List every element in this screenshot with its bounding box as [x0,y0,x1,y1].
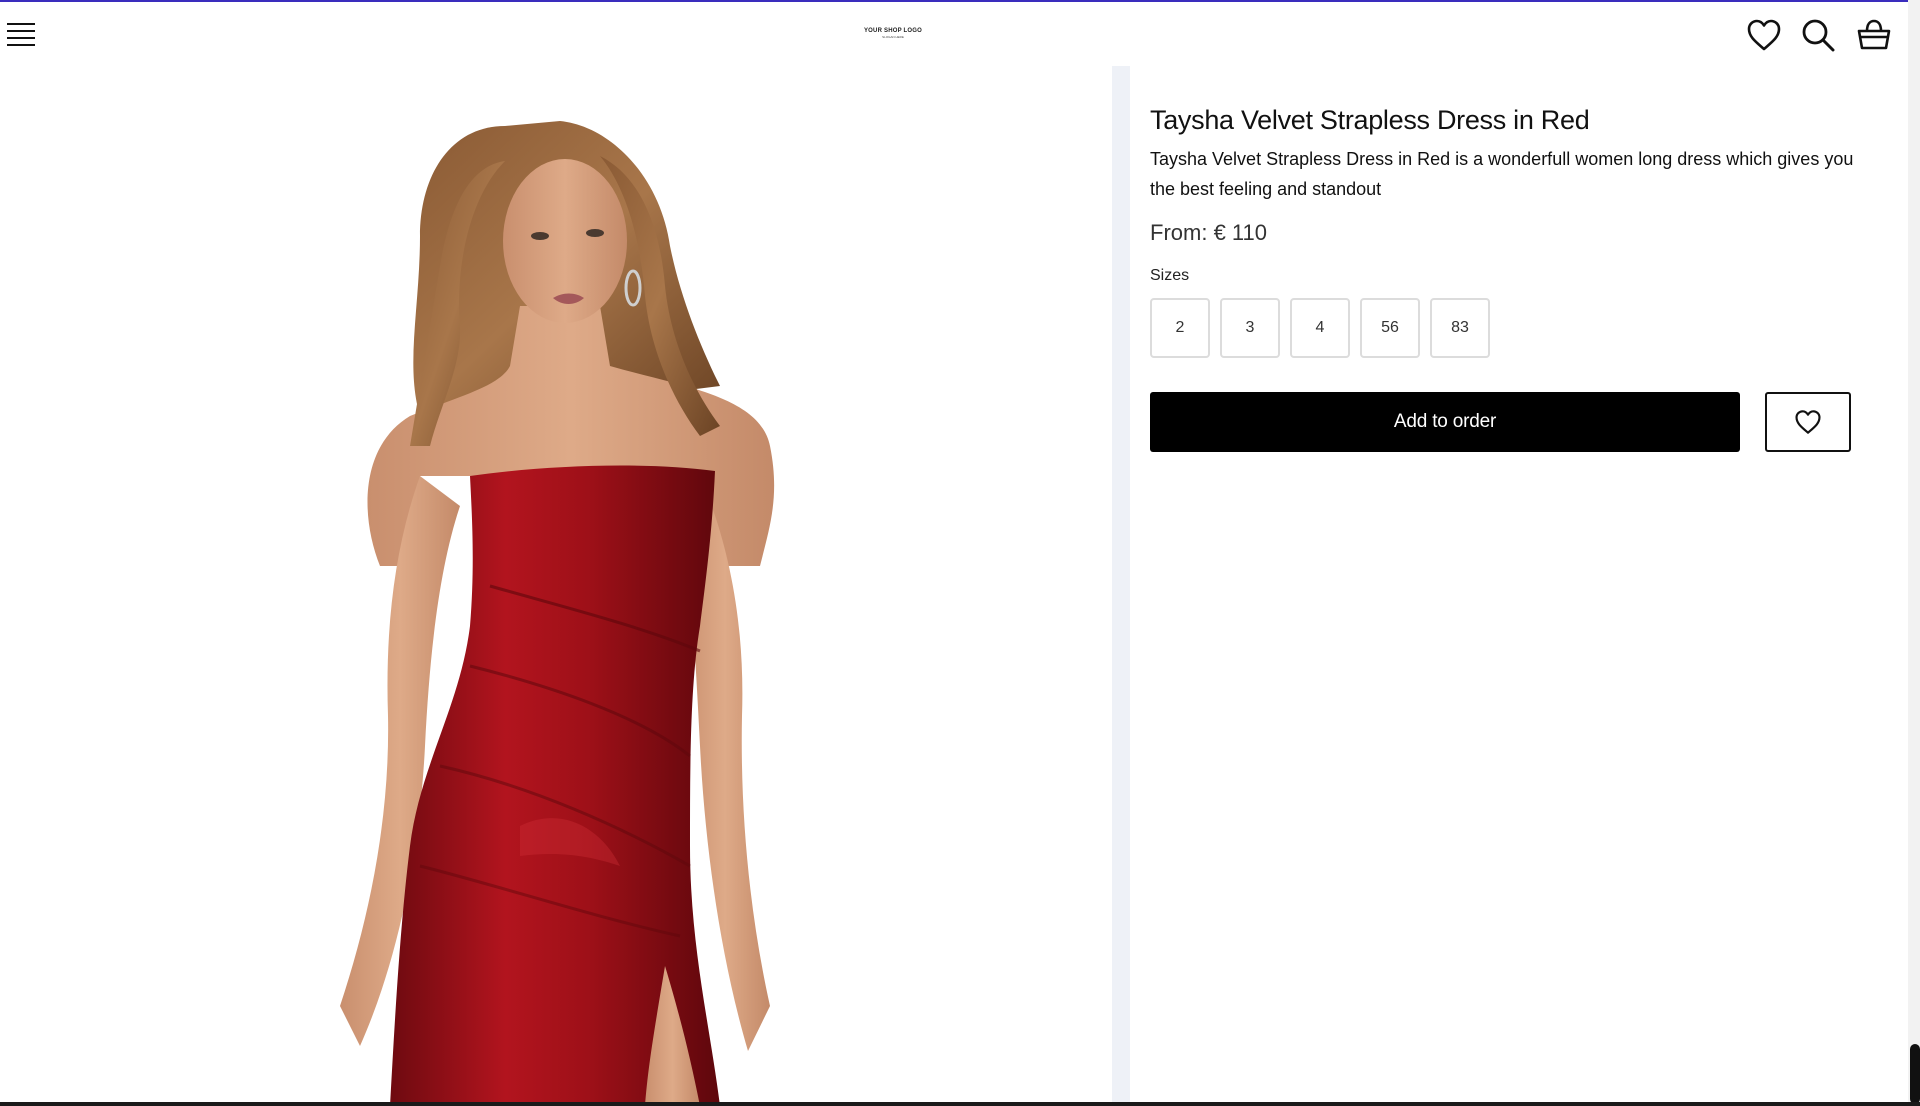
size-option-3[interactable]: 3 [1220,298,1280,358]
add-to-wishlist-button[interactable] [1765,392,1851,452]
size-option-4[interactable]: 4 [1290,298,1350,358]
size-options: 2 3 4 56 83 [1150,298,1860,358]
model-dress-illustration [340,121,775,1106]
search-icon[interactable] [1800,18,1836,52]
logo-subtext: SLOGAN HERE [882,35,904,39]
product-actions: Add to order [1150,392,1860,452]
size-option-56[interactable]: 56 [1360,298,1420,358]
site-header: YOUR SHOP LOGO SLOGAN HERE [0,2,1908,66]
sizes-label: Sizes [1150,267,1190,284]
product-info: Taysha Velvet Strapless Dress in Red Tay… [1150,100,1860,452]
product-description: Taysha Velvet Strapless Dress in Red is … [1150,149,1854,199]
price-value: € 110 [1213,220,1267,245]
price-prefix: From: [1150,220,1208,245]
shop-logo[interactable]: YOUR SHOP LOGO SLOGAN HERE [862,28,924,44]
page-scrollbar[interactable] [1908,0,1920,1106]
wishlist-heart-icon[interactable] [1746,18,1782,52]
product-image[interactable] [0,66,1112,1106]
size-option-2[interactable]: 2 [1150,298,1210,358]
hamburger-menu-icon[interactable] [6,20,36,48]
logo-text: YOUR SHOP LOGO [863,28,923,34]
scrollbar-thumb[interactable] [1910,1044,1920,1104]
heart-icon [1795,410,1821,434]
product-page: YOUR SHOP LOGO SLOGAN HERE Taysha Velvet… [0,0,1920,1106]
shopping-basket-icon[interactable] [1856,18,1892,52]
section-divider [1112,66,1130,1106]
size-option-83[interactable]: 83 [1430,298,1490,358]
product-title: Taysha Velvet Strapless Dress in Red [1150,105,1590,135]
product-price: From: € 110 [1150,218,1860,248]
add-to-order-button[interactable]: Add to order [1150,392,1740,452]
bottom-edge [0,1102,1920,1106]
